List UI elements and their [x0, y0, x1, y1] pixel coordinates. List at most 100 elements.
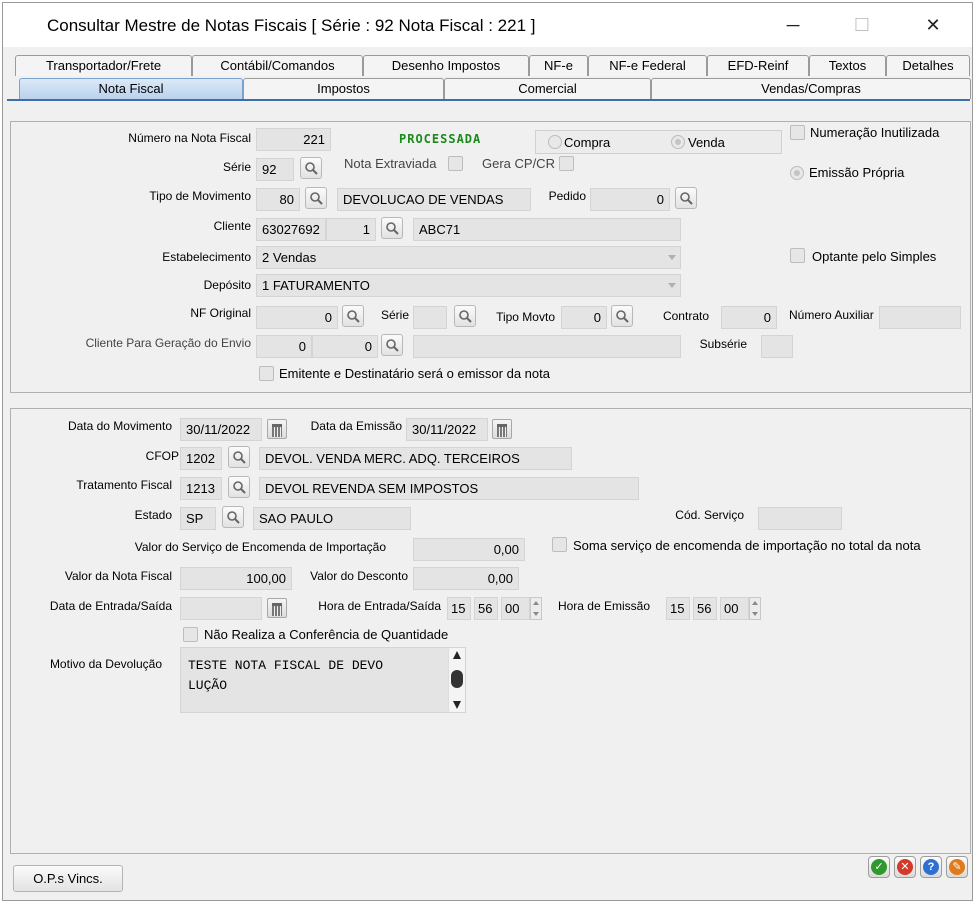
- tratamento-fiscal-code[interactable]: 1213: [180, 477, 222, 500]
- deposito-select[interactable]: 1 FATURAMENTO: [256, 274, 681, 297]
- tab-transportador-frete[interactable]: Transportador/Frete: [15, 55, 192, 76]
- close-button[interactable]: ✕: [910, 9, 956, 41]
- calendar-icon[interactable]: [492, 419, 512, 439]
- valor-encomenda-field[interactable]: 0,00: [413, 538, 525, 561]
- help-button[interactable]: ?: [920, 856, 942, 878]
- search-icon[interactable]: [228, 446, 250, 468]
- numero-auxiliar-field[interactable]: [879, 306, 961, 329]
- ok-button[interactable]: ✓: [868, 856, 890, 878]
- cliente-envio-seq[interactable]: 0: [312, 335, 378, 358]
- optante-simples-checkbox[interactable]: [790, 248, 805, 263]
- serie2-field[interactable]: [413, 306, 447, 329]
- compra-radio[interactable]: [548, 135, 562, 149]
- serie-field[interactable]: 92: [256, 158, 294, 181]
- estado-code[interactable]: SP: [180, 507, 216, 530]
- contrato-label: Contrato: [662, 309, 709, 323]
- cliente-label: Cliente: [213, 219, 251, 233]
- hora-entrada-s[interactable]: 00: [501, 597, 530, 620]
- search-icon[interactable]: [454, 305, 476, 327]
- emissao-propria-radio[interactable]: [790, 166, 804, 180]
- nao-conferencia-checkbox[interactable]: [183, 627, 198, 642]
- scroll-down-icon[interactable]: [453, 701, 461, 709]
- gera-cpcr-checkbox[interactable]: [559, 156, 574, 171]
- nota-extraviada-label: Nota Extraviada: [344, 156, 437, 171]
- tipo-movto-field[interactable]: 0: [561, 306, 607, 329]
- contrato-field[interactable]: 0: [721, 306, 777, 329]
- panel-movimento: Data do Movimento 30/11/2022 Data da Emi…: [10, 408, 971, 854]
- scroll-up-icon[interactable]: [453, 651, 461, 659]
- search-icon[interactable]: [611, 305, 633, 327]
- tab-contabil-comandos[interactable]: Contábil/Comandos: [192, 55, 363, 76]
- tab-textos[interactable]: Textos: [809, 55, 886, 76]
- motivo-scrollbar[interactable]: [448, 648, 465, 712]
- tipo-movimento-desc: DEVOLUCAO DE VENDAS: [337, 188, 531, 211]
- calendar-icon[interactable]: [267, 419, 287, 439]
- tab-impostos[interactable]: Impostos: [243, 78, 444, 99]
- cod-servico-field[interactable]: [758, 507, 842, 530]
- valor-encomenda-label: Valor do Serviço de Encomenda de Importa…: [134, 540, 386, 554]
- minimize-button[interactable]: ─: [770, 9, 816, 41]
- pedido-field[interactable]: 0: [590, 188, 670, 211]
- valor-nf-field[interactable]: 100,00: [180, 567, 292, 590]
- search-icon[interactable]: [222, 506, 244, 528]
- search-icon[interactable]: [300, 157, 322, 179]
- hora-emissao-h[interactable]: 15: [666, 597, 690, 620]
- maximize-button[interactable]: ☐: [839, 9, 885, 41]
- tab-efd-reinf[interactable]: EFD-Reinf: [707, 55, 809, 76]
- ops-vincs-button[interactable]: O.P.s Vincs.: [13, 865, 123, 892]
- nf-original-label: NF Original: [190, 306, 251, 320]
- data-entrada-field[interactable]: [180, 597, 262, 620]
- tab-comercial[interactable]: Comercial: [444, 78, 651, 99]
- valor-nf-label: Valor da Nota Fiscal: [64, 569, 172, 583]
- hora-entrada-h[interactable]: 15: [447, 597, 471, 620]
- hora-entrada-m[interactable]: 56: [474, 597, 498, 620]
- search-icon[interactable]: [381, 334, 403, 356]
- venda-radio[interactable]: [671, 135, 685, 149]
- emitente-label: Emitente e Destinatário será o emissor d…: [279, 366, 550, 381]
- emitente-checkbox[interactable]: [259, 366, 274, 381]
- cliente-envio-code[interactable]: 0: [256, 335, 312, 358]
- cancel-button[interactable]: ✕: [894, 856, 916, 878]
- numeracao-inutilizada-checkbox[interactable]: [790, 125, 805, 140]
- soma-servico-label: Soma serviço de encomenda de importação …: [573, 538, 921, 553]
- tab-detalhes[interactable]: Detalhes: [886, 55, 970, 76]
- hora-emissao-spinner[interactable]: [749, 597, 761, 620]
- data-emissao-field[interactable]: 30/11/2022: [406, 418, 488, 441]
- tab-nota-fiscal[interactable]: Nota Fiscal: [19, 78, 243, 99]
- tipo-movimento-code[interactable]: 80: [256, 188, 300, 211]
- subserie-field[interactable]: [761, 335, 793, 358]
- calendar-icon[interactable]: [267, 598, 287, 618]
- numero-nota-field[interactable]: 221: [256, 128, 331, 151]
- tab-nfe[interactable]: NF-e: [529, 55, 588, 76]
- tab-desenho-impostos[interactable]: Desenho Impostos: [363, 55, 529, 76]
- cliente-seq[interactable]: 1: [326, 218, 376, 241]
- estabelecimento-select[interactable]: 2 Vendas: [256, 246, 681, 269]
- venda-label: Venda: [688, 135, 725, 150]
- search-icon[interactable]: [305, 187, 327, 209]
- tab-nfe-federal[interactable]: NF-e Federal: [588, 55, 707, 76]
- nf-original-field[interactable]: 0: [256, 306, 338, 329]
- deposito-label: Depósito: [203, 278, 251, 292]
- search-icon[interactable]: [675, 187, 697, 209]
- close-icon: ✕: [897, 859, 913, 875]
- deposito-value: 1 FATURAMENTO: [262, 278, 370, 293]
- scroll-thumb[interactable]: [451, 670, 463, 688]
- hora-emissao-s[interactable]: 00: [720, 597, 749, 620]
- cliente-code[interactable]: 63027692: [256, 218, 326, 241]
- search-icon[interactable]: [228, 476, 250, 498]
- title-bar: Consultar Mestre de Notas Fiscais [ Séri…: [3, 3, 972, 47]
- soma-servico-checkbox[interactable]: [552, 537, 567, 552]
- search-icon[interactable]: [381, 217, 403, 239]
- gera-cpcr-label: Gera CP/CR: [482, 156, 555, 171]
- cfop-code[interactable]: 1202: [180, 447, 222, 470]
- tab-vendas-compras[interactable]: Vendas/Compras: [651, 78, 971, 99]
- motivo-devolucao-field[interactable]: TESTE NOTA FISCAL DE DEVO LUÇÃO: [180, 647, 466, 713]
- hora-emissao-label: Hora de Emissão: [557, 599, 650, 613]
- nota-extraviada-checkbox[interactable]: [448, 156, 463, 171]
- tools-button[interactable]: ✎: [946, 856, 968, 878]
- hora-emissao-m[interactable]: 56: [693, 597, 717, 620]
- valor-desconto-field[interactable]: 0,00: [413, 567, 519, 590]
- serie-label: Série: [222, 160, 251, 174]
- search-icon[interactable]: [342, 305, 364, 327]
- data-movimento-field[interactable]: 30/11/2022: [180, 418, 262, 441]
